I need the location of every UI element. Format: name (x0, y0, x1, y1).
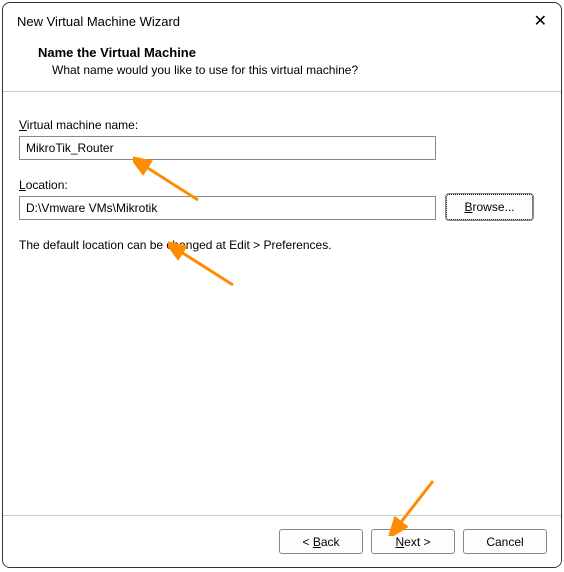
window-title: New Virtual Machine Wizard (17, 14, 180, 29)
page-subtext: What name would you like to use for this… (38, 60, 539, 77)
back-button[interactable]: < Back (279, 529, 363, 554)
page-heading: Name the Virtual Machine (38, 45, 539, 60)
location-row: Location: Browse... (19, 178, 545, 220)
close-icon[interactable]: ✕ (534, 11, 547, 31)
location-label: Location: (19, 178, 545, 192)
vm-name-input[interactable] (19, 136, 436, 160)
location-input[interactable] (19, 196, 436, 220)
wizard-dialog: New Virtual Machine Wizard ✕ Name the Vi… (2, 2, 562, 568)
vm-name-row: Virtual machine name: (19, 118, 545, 160)
browse-button[interactable]: Browse... (446, 194, 533, 220)
titlebar: New Virtual Machine Wizard ✕ (3, 3, 561, 39)
wizard-header: Name the Virtual Machine What name would… (3, 39, 561, 92)
footer: < Back Next > Cancel (3, 515, 561, 567)
content-area: Virtual machine name: Location: Browse..… (3, 92, 561, 262)
vm-name-label: Virtual machine name: (19, 118, 545, 132)
next-button[interactable]: Next > (371, 529, 455, 554)
location-hint: The default location can be changed at E… (19, 238, 545, 252)
cancel-button[interactable]: Cancel (463, 529, 547, 554)
